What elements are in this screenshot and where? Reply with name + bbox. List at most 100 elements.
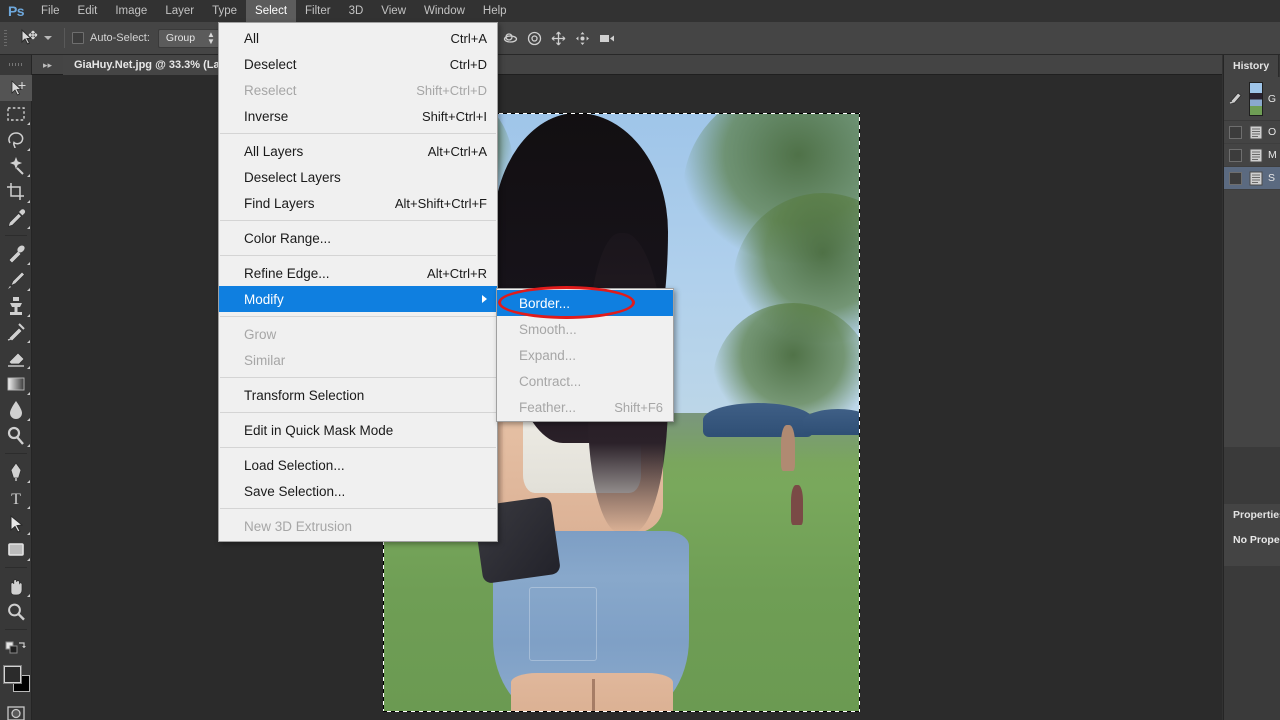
tools-panel-grip[interactable] [0, 55, 32, 73]
menu-separator-0 [220, 133, 496, 134]
color-swatches[interactable] [0, 663, 32, 697]
menu-item-refine-edge[interactable]: Refine Edge... Alt+Ctrl+R [219, 260, 497, 286]
menu-item-label: Edit in Quick Mask Mode [244, 422, 394, 438]
right-panel-dock: History G OMS Properties No Proper [1223, 55, 1280, 720]
rectangular-marquee-tool[interactable] [0, 101, 32, 127]
orbit-3d-icon[interactable] [503, 31, 518, 46]
options-bar-grip[interactable] [0, 22, 10, 55]
properties-empty-text: No Proper [1233, 534, 1280, 546]
submenu-item-contract: Contract... [497, 368, 673, 394]
menu-item-deselect-layers[interactable]: Deselect Layers [219, 164, 497, 190]
document-icon [1249, 171, 1263, 186]
tab-history[interactable]: History [1224, 55, 1280, 77]
modify-submenu[interactable]: Border... Smooth... Expand... Contract... Fe… [496, 288, 674, 422]
menu-item-all[interactable]: All Ctrl+A [219, 25, 497, 51]
default-foreground-background-icon[interactable] [0, 635, 32, 661]
tab-properties[interactable]: Properties [1224, 504, 1280, 526]
history-snapshot-row[interactable]: G [1224, 77, 1280, 121]
history-snapshot-checkbox[interactable] [1229, 125, 1242, 139]
menu-item-shortcut: Alt+Ctrl+A [427, 143, 487, 159]
menu-filter[interactable]: Filter [296, 0, 340, 22]
spot-healing-brush-tool-flyout-corner-icon [27, 262, 30, 265]
document-tab-bar: ▸▸ GiaHuy.Net.jpg @ 33.3% (Layer 0, R [32, 55, 1222, 75]
history-brush-tool[interactable] [0, 319, 32, 345]
history-snapshot-checkbox[interactable] [1229, 148, 1242, 162]
menu-item-edit-in-quick-mask-mode[interactable]: Edit in Quick Mask Mode [219, 417, 497, 443]
history-state-row[interactable]: S [1224, 167, 1280, 190]
beach-umbrella-2 [803, 409, 860, 435]
submenu-item-border[interactable]: Border... [497, 290, 673, 316]
menu-item-all-layers[interactable]: All Layers Alt+Ctrl+A [219, 138, 497, 164]
menu-separator-6 [220, 447, 496, 448]
menu-item-deselect[interactable]: Deselect Ctrl+D [219, 51, 497, 77]
menu-help[interactable]: Help [474, 0, 516, 22]
eyedropper-tool[interactable] [0, 205, 32, 231]
crop-tool[interactable] [0, 179, 32, 205]
zoom-tool[interactable] [0, 599, 32, 625]
eraser-tool-flyout-corner-icon [27, 366, 30, 369]
slide-3d-icon[interactable] [575, 31, 590, 46]
gradient-tool[interactable] [0, 371, 32, 397]
pan-3d-icon[interactable] [551, 31, 566, 46]
menu-item-new-3d-extrusion: New 3D Extrusion [219, 513, 497, 539]
edit-in-quick-mask-mode-icon[interactable] [0, 701, 32, 720]
menu-item-transform-selection[interactable]: Transform Selection [219, 382, 497, 408]
history-brush-source-icon[interactable] [1228, 88, 1245, 110]
foreground-color-swatch[interactable] [3, 665, 22, 684]
history-snapshot-checkbox[interactable] [1229, 171, 1242, 185]
photoshop-logo-icon: Ps [7, 3, 25, 19]
menu-3d[interactable]: 3D [340, 0, 373, 22]
menu-item-save-selection[interactable]: Save Selection... [219, 478, 497, 504]
zoom-3d-camera-icon[interactable] [599, 31, 614, 46]
menu-select[interactable]: Select [246, 0, 297, 22]
menu-item-shortcut: Ctrl+D [449, 56, 487, 72]
move-tool[interactable] [0, 75, 32, 101]
horizontal-type-tool[interactable]: T [0, 485, 32, 511]
active-tool-preset-picker[interactable] [10, 22, 57, 55]
move-tool-icon [17, 27, 39, 49]
rectangle-tool-flyout-corner-icon [27, 558, 30, 561]
menu-item-inverse[interactable]: Inverse Shift+Ctrl+I [219, 103, 497, 129]
menu-image[interactable]: Image [106, 0, 156, 22]
tool-options-bar: Auto-Select: Group ▲ ▼ [0, 22, 1280, 55]
menu-separator-4 [220, 377, 496, 378]
menu-item-load-selection[interactable]: Load Selection... [219, 452, 497, 478]
submenu-item-label: Border... [519, 295, 571, 311]
eraser-tool[interactable] [0, 345, 32, 371]
path-selection-tool[interactable] [0, 511, 32, 537]
brush-tool[interactable] [0, 267, 32, 293]
dodge-tool[interactable] [0, 423, 32, 449]
tools-divider-5 [4, 235, 27, 236]
snapshot-thumbnail [1249, 81, 1263, 116]
expand-panels-icon[interactable]: ▸▸ [32, 55, 63, 75]
menu-view[interactable]: View [372, 0, 415, 22]
auto-select-scope-dropdown[interactable]: Group ▲ ▼ [157, 28, 220, 48]
spot-healing-brush-tool[interactable] [0, 241, 32, 267]
menu-window[interactable]: Window [415, 0, 474, 22]
pen-tool[interactable] [0, 459, 32, 485]
clone-stamp-tool[interactable] [0, 293, 32, 319]
rectangle-tool[interactable] [0, 537, 32, 563]
menu-item-find-layers[interactable]: Find Layers Alt+Shift+Ctrl+F [219, 190, 497, 216]
tools-divider-bottom [4, 629, 27, 630]
history-state-row[interactable]: M [1224, 144, 1280, 167]
menu-item-shortcut: Alt+Shift+Ctrl+F [394, 195, 487, 211]
select-menu-dropdown[interactable]: All Ctrl+A Deselect Ctrl+D Reselect Shift+Ctr… [218, 22, 498, 542]
history-state-row[interactable]: O [1224, 121, 1280, 144]
blur-tool[interactable] [0, 397, 32, 423]
menu-file[interactable]: File [32, 0, 69, 22]
lasso-tool[interactable] [0, 127, 32, 153]
horizontal-type-tool-flyout-corner-icon [27, 506, 30, 509]
menu-type[interactable]: Type [203, 0, 246, 22]
roll-3d-icon[interactable] [527, 31, 542, 46]
menu-separator-3 [220, 316, 496, 317]
menu-layer[interactable]: Layer [156, 0, 203, 22]
hand-tool[interactable] [0, 573, 32, 599]
menu-item-label: Modify [244, 291, 284, 307]
menu-item-color-range[interactable]: Color Range... [219, 225, 497, 251]
auto-select-checkbox[interactable] [72, 32, 84, 44]
menu-item-modify[interactable]: Modify [219, 286, 497, 312]
menu-edit[interactable]: Edit [69, 0, 107, 22]
lasso-tool-flyout-corner-icon [27, 148, 30, 151]
quick-selection-tool[interactable] [0, 153, 32, 179]
